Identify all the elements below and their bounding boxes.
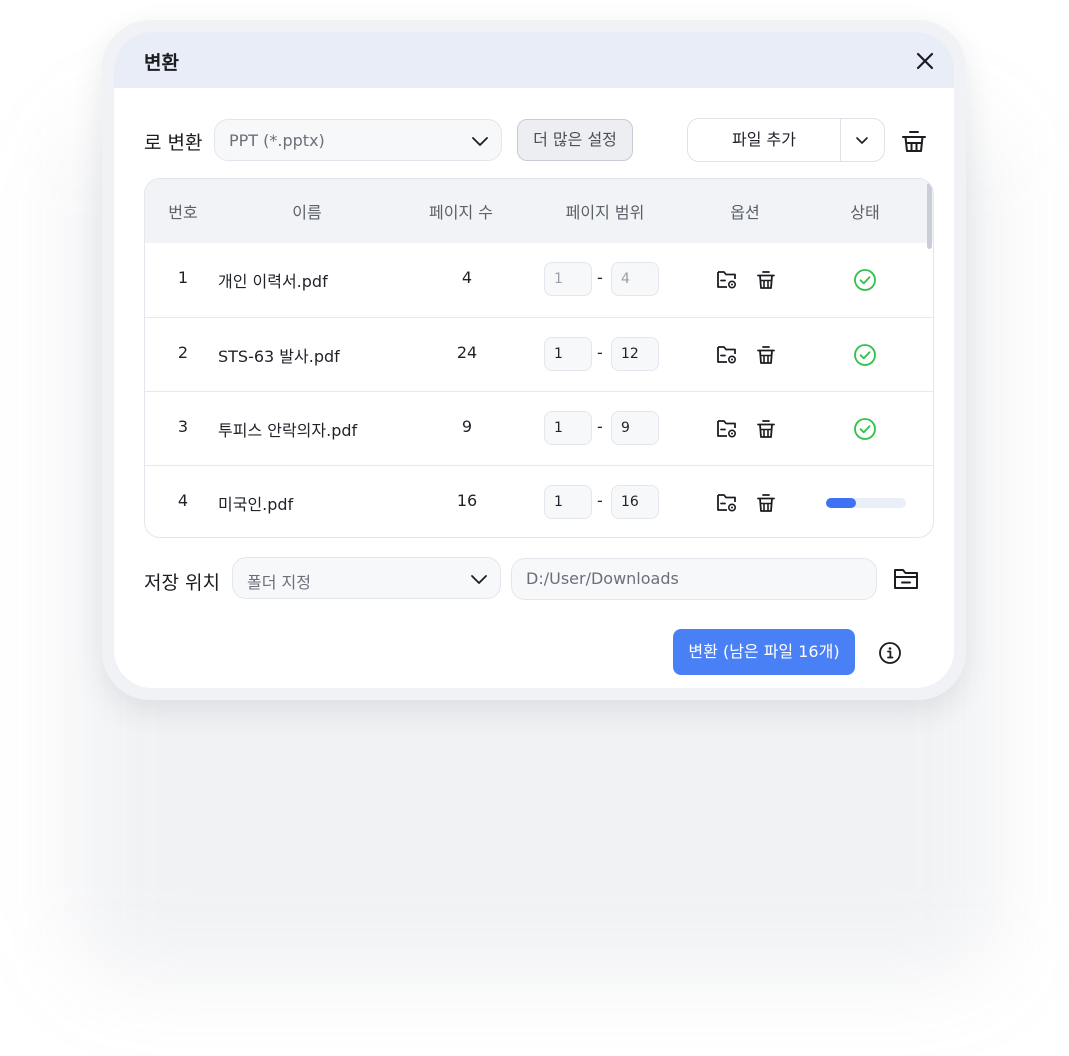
- range-to-input[interactable]: 4: [611, 262, 659, 296]
- row-page-count: 9: [461, 417, 473, 436]
- range-separator: -: [597, 417, 603, 436]
- row-page-count: 24: [456, 343, 478, 362]
- row-file-name: STS-63 발사.pdf: [218, 347, 340, 366]
- folder-select[interactable]: 폴더 지정: [232, 557, 501, 599]
- header-page-range: 페이지 범위: [565, 203, 645, 222]
- row-file-name: 투피스 안락의자.pdf: [218, 421, 358, 440]
- range-separator: -: [597, 343, 603, 362]
- convert-to-label: 로 변환: [144, 132, 203, 154]
- row-page-count: 4: [461, 268, 473, 287]
- row-number: 2: [177, 343, 189, 362]
- table-row: 1 개인 이력서.pdf 4 1 - 4: [145, 243, 933, 317]
- row-page-count: 16: [456, 491, 478, 510]
- trash-icon[interactable]: [755, 492, 777, 514]
- add-file-dropdown-button[interactable]: [841, 119, 884, 161]
- header-status: 상태: [850, 203, 880, 222]
- row-number: 3: [177, 417, 189, 436]
- format-select[interactable]: PPT (*.pptx): [214, 119, 502, 161]
- save-location-label: 저장 위치: [144, 572, 220, 594]
- info-icon[interactable]: [878, 641, 902, 665]
- range-to-input[interactable]: 9: [611, 411, 659, 445]
- folder-icon[interactable]: [893, 567, 919, 591]
- range-to-input[interactable]: 16: [611, 485, 659, 519]
- chevron-down-icon: [472, 137, 488, 146]
- folder-settings-icon[interactable]: [716, 418, 738, 440]
- table-header: 번호 이름 페이지 수 페이지 범위 옵션 상태: [145, 179, 933, 243]
- range-separator: -: [597, 268, 603, 287]
- row-number: 4: [177, 491, 189, 510]
- table-scrollbar[interactable]: [927, 183, 932, 249]
- add-file-button[interactable]: 파일 추가: [688, 119, 840, 161]
- chevron-down-icon: [471, 575, 487, 584]
- chevron-down-icon: [856, 137, 868, 144]
- check-circle-icon: [854, 418, 876, 440]
- check-circle-icon: [854, 344, 876, 366]
- folder-settings-icon[interactable]: [716, 269, 738, 291]
- dialog-titlebar: 변환: [114, 32, 954, 88]
- range-from-input[interactable]: 1: [544, 411, 592, 445]
- convert-button[interactable]: 변환 (남은 파일 16개): [673, 629, 855, 675]
- close-icon[interactable]: [914, 50, 936, 72]
- row-file-name: 미국인.pdf: [218, 495, 294, 514]
- range-from-input[interactable]: 1: [544, 262, 592, 296]
- progress-fill: [826, 498, 857, 508]
- header-pages: 페이지 수: [429, 203, 493, 222]
- folder-settings-icon[interactable]: [716, 344, 738, 366]
- dialog-body: 변환 로 변환 PPT (*.pptx) 더 많은 설정 파일 추가 번호 이름…: [114, 32, 954, 688]
- folder-select-value: 폴더 지정: [247, 573, 311, 592]
- add-file-button-group: 파일 추가: [687, 118, 885, 162]
- table-row: 2 STS-63 발사.pdf 24 1 - 12: [145, 317, 933, 392]
- table-row: 3 투피스 안락의자.pdf 9 1 - 9: [145, 391, 933, 466]
- conversion-progress-bar: [826, 498, 906, 508]
- header-name: 이름: [292, 203, 322, 222]
- save-path-field[interactable]: D:/User/Downloads: [511, 558, 877, 600]
- header-number: 번호: [168, 203, 198, 222]
- convert-dialog: 변환 로 변환 PPT (*.pptx) 더 많은 설정 파일 추가 번호 이름…: [102, 20, 966, 700]
- trash-icon[interactable]: [755, 418, 777, 440]
- range-to-input[interactable]: 12: [611, 337, 659, 371]
- table-row: 4 미국인.pdf 16 1 - 16: [145, 465, 933, 537]
- row-number: 1: [177, 268, 189, 287]
- row-file-name: 개인 이력서.pdf: [218, 272, 328, 291]
- folder-settings-icon[interactable]: [716, 492, 738, 514]
- range-separator: -: [597, 491, 603, 510]
- range-from-input[interactable]: 1: [544, 485, 592, 519]
- header-options: 옵션: [730, 203, 760, 222]
- trash-icon[interactable]: [755, 269, 777, 291]
- file-table: 번호 이름 페이지 수 페이지 범위 옵션 상태 1 개인 이력서.pdf 4 …: [144, 178, 934, 538]
- range-from-input[interactable]: 1: [544, 337, 592, 371]
- format-select-value: PPT (*.pptx): [229, 131, 325, 150]
- check-circle-icon: [854, 269, 876, 291]
- more-settings-button[interactable]: 더 많은 설정: [517, 119, 633, 161]
- clear-all-trash-icon[interactable]: [901, 128, 927, 154]
- dialog-title: 변환: [144, 52, 179, 74]
- trash-icon[interactable]: [755, 344, 777, 366]
